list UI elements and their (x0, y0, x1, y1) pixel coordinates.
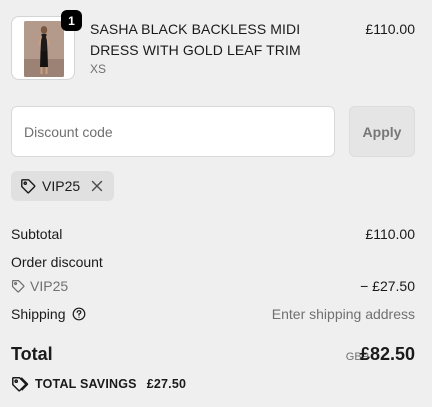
product-name: SASHA BLACK BACKLESS MIDI DRESS WITH GOL… (90, 21, 301, 58)
product-variant: XS (90, 62, 107, 76)
product-image (24, 21, 64, 77)
subtotal-value: £110.00 (365, 226, 415, 242)
tag-icon (11, 376, 29, 392)
shipping-label: Shipping (11, 306, 66, 322)
shipping-row: Shipping Enter shipping address (11, 306, 415, 324)
product-price: £110.00 (365, 21, 415, 37)
close-icon[interactable] (90, 179, 104, 193)
applied-discount-code: VIP25 (42, 178, 81, 194)
total-label: Total (11, 344, 53, 364)
quantity-badge: 1 (61, 10, 82, 31)
subtotal-label: Subtotal (11, 226, 63, 242)
discount-code-input[interactable] (11, 106, 335, 157)
apply-button[interactable]: Apply (349, 106, 415, 157)
total-savings-label: TOTAL SAVINGS (35, 377, 137, 391)
applied-discount-chip: VIP25 (11, 171, 115, 201)
question-circle-icon[interactable] (72, 307, 86, 324)
shipping-value: Enter shipping address (271, 306, 415, 322)
discount-code-label: VIP25 (30, 278, 69, 294)
order-discount-label: Order discount (11, 254, 103, 270)
total-amount: £82.50 (359, 344, 415, 364)
total-savings-amount: £27.50 (146, 377, 187, 391)
order-discount-row: Order discount (11, 254, 415, 270)
tag-icon (11, 279, 25, 296)
total-savings: TOTAL SAVINGS £27.50 (11, 376, 186, 392)
subtotal-row: Subtotal £110.00 (11, 226, 415, 242)
discount-value: − £27.50 (360, 278, 415, 294)
tag-icon (20, 178, 36, 194)
discount-code-row: VIP25 − £27.50 (11, 278, 415, 296)
